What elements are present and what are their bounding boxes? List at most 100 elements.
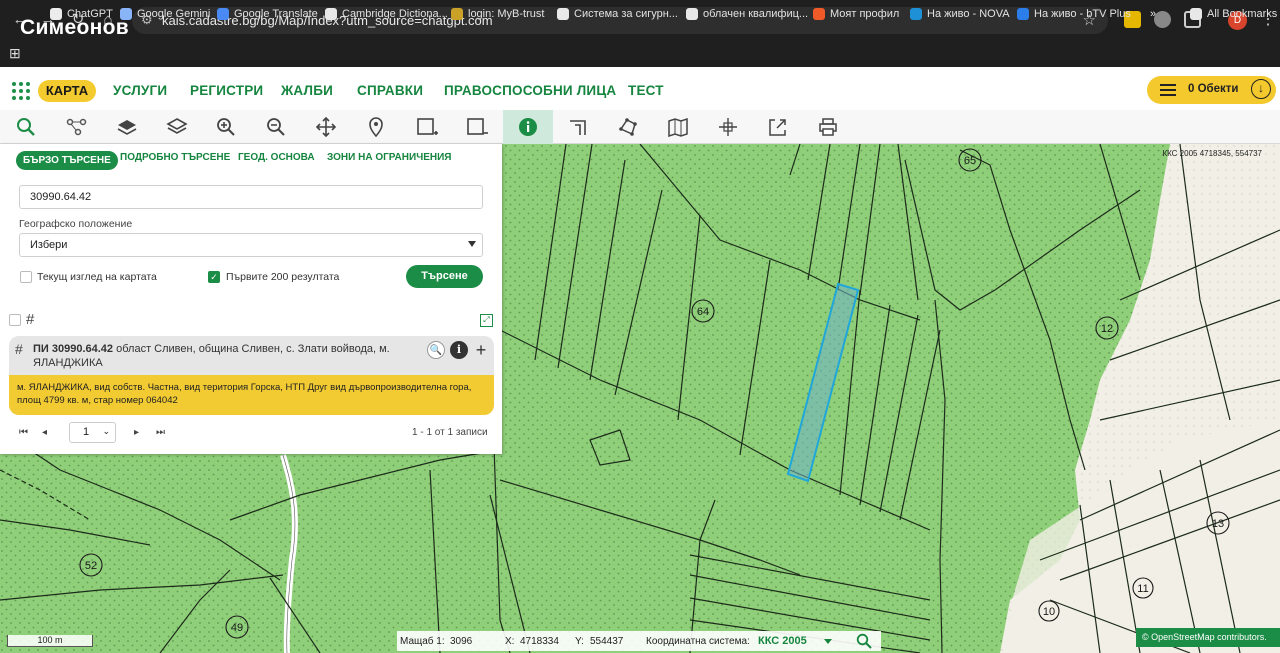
nav-services[interactable]: УСЛУГИ [113,83,167,98]
bookmark-item[interactable]: Моят профил [813,5,899,23]
last-page-icon[interactable]: ⏭ [156,427,165,438]
bookmark-item[interactable]: Google Gemini [120,5,210,23]
bookmark-item[interactable]: Google Translate [217,5,318,23]
identify-icon[interactable] [51,110,101,144]
expand-icon[interactable]: ⤢ [480,314,493,327]
bookmark-label: Моят профил [830,8,900,20]
tab-geodetic-base[interactable]: ГЕОД. ОСНОВА [238,152,315,163]
first-200-checkbox[interactable]: ✓ [208,271,220,283]
block-label-49: 49 [231,622,243,634]
app-header: КАРТА УСЛУГИ РЕГИСТРИ ЖАЛБИ СПРАВКИ ПРАВ… [0,67,1280,110]
zoom-out-icon[interactable] [251,110,301,144]
next-page-icon[interactable]: ▸ [134,427,139,438]
y-value: 554437 [590,636,624,647]
chevron-down-icon [468,241,476,247]
search-button[interactable]: Търсене [406,265,483,288]
prev-page-icon[interactable]: ◂ [42,427,47,438]
bookmark-label: » [1150,8,1157,20]
bookmark-item[interactable]: login: MyB-trust [451,5,544,23]
bookmark-item[interactable]: На живо - NOVA [910,5,1010,23]
crs-select[interactable]: ККС 2005 [758,635,807,647]
result-info-icon[interactable]: i [450,341,468,359]
download-icon[interactable]: ↓ [1251,79,1271,99]
crs-label: Координатна система: [646,636,750,647]
result-parcel-id: ПИ 30990.64.42 [33,343,114,355]
coordinate-search-icon[interactable] [856,633,872,649]
list-icon [1160,84,1176,96]
tab-detailed-search[interactable]: ПОДРОБНО ТЪРСЕНЕ [120,152,230,163]
block-label-10: 10 [1043,606,1055,618]
print-icon[interactable] [803,110,853,144]
x-value: 4718334 [520,636,559,647]
parcel-hash-icon: # [15,341,23,357]
map-toolbar [0,110,1280,144]
first-200-label: Първите 200 резултата [226,271,340,283]
zoom-in-icon[interactable] [201,110,251,144]
search-panel: БЪРЗО ТЪРСЕНЕ ПОДРОБНО ТЪРСЕНЕ ГЕОД. ОСН… [0,144,502,454]
base-layers-icon[interactable] [151,110,201,144]
block-label-12: 12 [1101,323,1113,335]
apps-grid-icon[interactable]: ⊞ [9,45,21,62]
select-area-icon[interactable] [401,110,451,144]
nav-registers[interactable]: РЕГИСТРИ [190,83,263,98]
bookmark-item[interactable]: Cambridge Dictiona... [325,5,448,23]
bookmark-label: Google Translate [234,8,318,20]
block-label-65: 65 [964,155,976,167]
page-select[interactable]: 1 ⌄ [69,422,116,443]
bookmark-label: login: MyB-trust [468,8,545,20]
polygon-icon[interactable] [603,110,653,144]
crs-corner-readout: ККС 2005 4718345, 554737 [1162,149,1262,158]
nav-licensed-persons[interactable]: ПРАВОСПОСОБНИ ЛИЦА [444,83,616,98]
layers-icon[interactable] [101,110,151,144]
search-input[interactable]: 30990.64.42 [19,185,483,209]
scale-value[interactable]: 3096 [450,636,472,647]
page-value: 1 [83,426,90,438]
nav-map[interactable]: КАРТА [38,80,96,102]
measure-icon[interactable] [553,110,603,144]
crosshair-icon[interactable] [703,110,753,144]
nav-test[interactable]: ТЕСТ [628,83,664,98]
bookmark-item[interactable]: » [1150,5,1156,23]
bookmark-item[interactable]: All Bookmarks [1190,5,1277,23]
page-info: 1 - 1 от 1 записи [412,427,488,438]
chevron-down-icon[interactable] [824,639,832,644]
add-to-objects-icon[interactable]: + [472,341,490,359]
current-view-checkbox[interactable] [20,271,32,283]
result-item[interactable]: # ПИ 30990.64.42 област Сливен, община С… [9,336,494,415]
objects-button[interactable]: 0 Обекти ↓ [1147,76,1276,104]
first-page-icon[interactable]: ⏮ [19,427,28,438]
nav-complaints[interactable]: ЖАЛБИ [281,83,333,98]
marker-icon[interactable] [351,110,401,144]
info-icon[interactable] [503,110,553,144]
bookmark-favicon-icon [813,8,825,20]
select-all-checkbox[interactable] [9,314,21,326]
block-label-64: 64 [697,306,709,318]
geo-position-select[interactable]: Избери [19,233,483,257]
objects-count: 0 Обекти [1188,83,1239,95]
x-label: X: [505,636,515,647]
select-clear-icon[interactable] [451,110,501,144]
bookmark-favicon-icon [910,8,922,20]
export-icon[interactable] [753,110,803,144]
bookmark-item[interactable]: облачен квалифиц... [686,5,808,23]
zoom-to-result-icon[interactable]: 🔍 [427,341,445,359]
bookmark-item[interactable]: ChatGPT [50,5,113,23]
tab-quick-search[interactable]: БЪРЗО ТЪРСЕНЕ [16,151,118,170]
extension-icon[interactable] [1154,11,1171,28]
bookmark-item[interactable]: На живо - bTV Plus [1017,5,1131,23]
osm-attribution[interactable]: © OpenStreetMap contributors. [1136,628,1280,647]
pan-icon[interactable] [301,110,351,144]
bookmark-item[interactable]: Система за сигурн... [557,5,678,23]
bookmark-favicon-icon [120,8,132,20]
nav-references[interactable]: СПРАВКИ [357,83,423,98]
map-icon[interactable] [653,110,703,144]
apps-menu-icon[interactable] [12,82,30,100]
geo-position-value: Избери [30,239,68,251]
block-label-52: 52 [85,560,97,572]
bookmark-favicon-icon [1017,8,1029,20]
search-icon[interactable] [1,110,51,144]
bookmark-favicon-icon [1190,8,1202,20]
tab-restriction-zones[interactable]: ЗОНИ НА ОГРАНИЧЕНИЯ [327,152,451,163]
bookmark-favicon-icon [686,8,698,20]
geo-position-label: Географско положение [19,218,133,230]
